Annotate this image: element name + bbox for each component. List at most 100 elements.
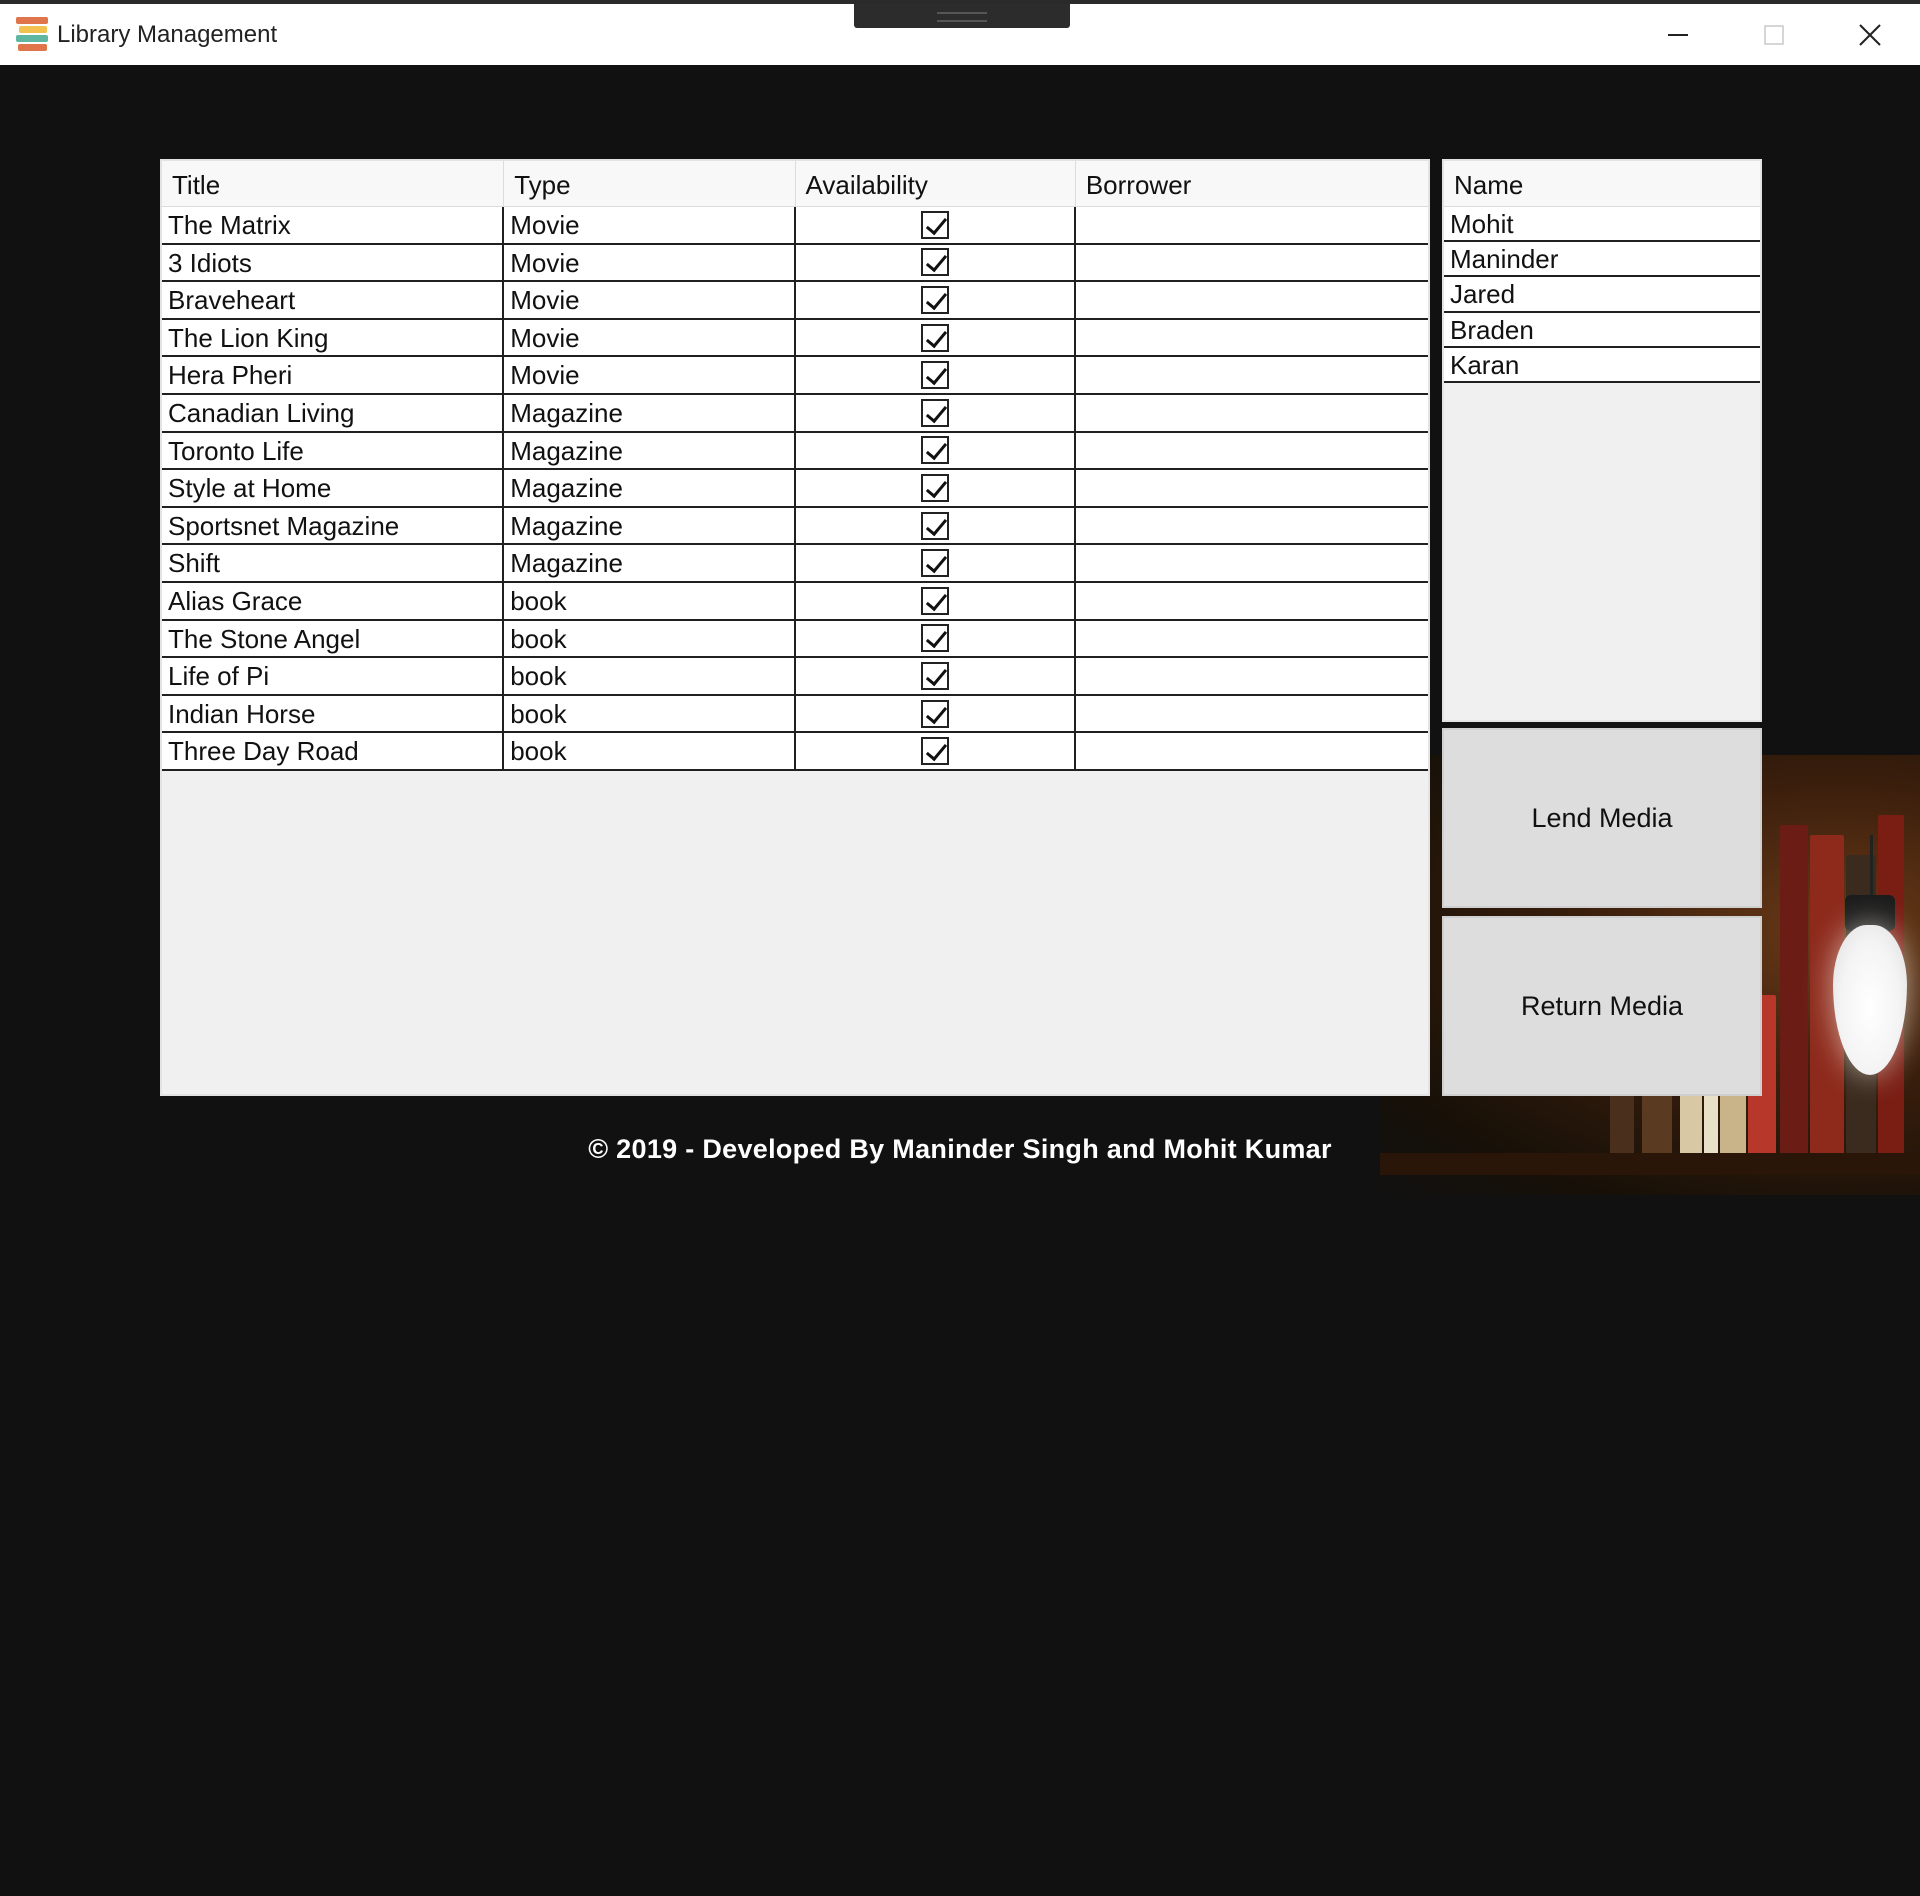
table-row[interactable]: Braveheart Movie [162, 282, 1428, 320]
availability-checkbox[interactable] [920, 699, 949, 728]
cell-availability[interactable] [796, 432, 1076, 469]
window-drag-handle[interactable] [854, 4, 1070, 28]
cell-type[interactable]: Movie [504, 244, 796, 281]
cell-borrower[interactable] [1076, 658, 1428, 694]
table-row[interactable]: Hera Pheri Movie [162, 357, 1428, 395]
media-grid[interactable]: Title Type Availability Borrower The Mat… [160, 159, 1430, 1096]
cell-borrower[interactable] [1076, 357, 1428, 393]
availability-checkbox[interactable] [920, 398, 949, 427]
cell-availability[interactable] [796, 733, 1076, 769]
cell-borrower[interactable] [1076, 207, 1428, 243]
table-row[interactable]: Indian Horse book [162, 695, 1428, 734]
availability-checkbox[interactable] [920, 361, 949, 390]
borrower-list[interactable]: Name Mohit Maninder Jared Braden Karan [1442, 159, 1762, 722]
cell-title[interactable]: 3 Idiots [162, 244, 505, 281]
availability-checkbox[interactable] [920, 210, 949, 239]
cell-borrower[interactable] [1076, 245, 1428, 281]
cell-type[interactable]: book [504, 620, 796, 657]
availability-checkbox[interactable] [920, 549, 949, 578]
cell-type[interactable]: Magazine [504, 507, 796, 544]
availability-checkbox[interactable] [920, 248, 949, 277]
cell-borrower[interactable] [1076, 583, 1428, 619]
cell-borrower[interactable] [1076, 470, 1428, 506]
cell-availability[interactable] [796, 620, 1076, 657]
close-button[interactable] [1822, 4, 1918, 65]
cell-type[interactable]: Magazine [504, 432, 796, 469]
availability-checkbox[interactable] [920, 661, 949, 690]
table-row[interactable]: Canadian Living Magazine [162, 394, 1428, 433]
column-header-borrower[interactable]: Borrower [1076, 161, 1428, 206]
cell-title[interactable]: Three Day Road [162, 733, 505, 769]
cell-availability[interactable] [796, 319, 1076, 356]
cell-type[interactable]: book [504, 695, 796, 732]
availability-checkbox[interactable] [920, 285, 949, 314]
availability-checkbox[interactable] [920, 586, 949, 615]
table-row[interactable]: Shift Magazine [162, 545, 1428, 583]
cell-availability[interactable] [796, 357, 1076, 393]
cell-availability[interactable] [796, 545, 1076, 581]
cell-borrower[interactable] [1076, 395, 1428, 431]
table-row[interactable]: Toronto Life Magazine [162, 432, 1428, 471]
cell-title[interactable]: Shift [162, 545, 505, 581]
cell-availability[interactable] [796, 282, 1076, 318]
table-row[interactable]: 3 Idiots Movie [162, 244, 1428, 283]
cell-availability[interactable] [796, 207, 1076, 243]
table-row[interactable]: The Stone Angel book [162, 620, 1428, 659]
borrower-list-header[interactable]: Name [1444, 161, 1760, 207]
minimize-button[interactable] [1630, 4, 1726, 65]
cell-type[interactable]: Movie [504, 207, 796, 243]
cell-title[interactable]: Canadian Living [162, 394, 505, 431]
borrower-list-item[interactable]: Braden [1444, 312, 1760, 348]
cell-title[interactable]: Toronto Life [162, 432, 505, 469]
cell-title[interactable]: Indian Horse [162, 695, 505, 732]
cell-borrower[interactable] [1076, 545, 1428, 581]
cell-borrower[interactable] [1076, 696, 1428, 732]
cell-availability[interactable] [796, 507, 1076, 544]
cell-title[interactable]: Style at Home [162, 470, 505, 506]
cell-availability[interactable] [796, 244, 1076, 281]
cell-borrower[interactable] [1076, 733, 1428, 769]
column-header-availability[interactable]: Availability [796, 161, 1076, 206]
table-row[interactable]: Style at Home Magazine [162, 470, 1428, 508]
cell-type[interactable]: book [504, 733, 796, 769]
cell-borrower[interactable] [1076, 508, 1428, 544]
cell-type[interactable]: Movie [504, 282, 796, 318]
table-row[interactable]: Alias Grace book [162, 582, 1428, 621]
borrower-list-item[interactable]: Jared [1444, 277, 1760, 313]
availability-checkbox[interactable] [920, 436, 949, 465]
return-media-button[interactable]: Return Media [1442, 916, 1762, 1096]
borrower-list-item[interactable]: Karan [1444, 347, 1760, 383]
availability-checkbox[interactable] [920, 624, 949, 653]
availability-checkbox[interactable] [920, 737, 949, 766]
cell-availability[interactable] [796, 658, 1076, 694]
column-header-title[interactable]: Title [162, 161, 505, 206]
table-row[interactable]: Three Day Road book [162, 733, 1428, 771]
cell-title[interactable]: The Matrix [162, 207, 505, 243]
table-row[interactable]: Life of Pi book [162, 658, 1428, 696]
cell-type[interactable]: Magazine [504, 394, 796, 431]
cell-type[interactable]: Movie [504, 357, 796, 393]
cell-availability[interactable] [796, 470, 1076, 506]
borrower-list-item[interactable]: Mohit [1444, 207, 1760, 243]
table-row[interactable]: The Matrix Movie [162, 207, 1428, 245]
cell-borrower[interactable] [1076, 282, 1428, 318]
cell-title[interactable]: Alias Grace [162, 582, 505, 619]
cell-title[interactable]: The Lion King [162, 319, 505, 356]
cell-availability[interactable] [796, 394, 1076, 431]
cell-type[interactable]: Magazine [504, 470, 796, 506]
cell-type[interactable]: Magazine [504, 545, 796, 581]
cell-borrower[interactable] [1076, 433, 1428, 469]
availability-checkbox[interactable] [920, 473, 949, 502]
maximize-button[interactable] [1726, 4, 1822, 65]
column-header-type[interactable]: Type [504, 161, 796, 206]
cell-borrower[interactable] [1076, 621, 1428, 657]
table-row[interactable]: Sportsnet Magazine Magazine [162, 507, 1428, 546]
table-row[interactable]: The Lion King Movie [162, 319, 1428, 358]
cell-availability[interactable] [796, 695, 1076, 732]
cell-type[interactable]: book [504, 582, 796, 619]
cell-title[interactable]: Sportsnet Magazine [162, 507, 505, 544]
availability-checkbox[interactable] [920, 511, 949, 540]
cell-title[interactable]: The Stone Angel [162, 620, 505, 657]
cell-availability[interactable] [796, 582, 1076, 619]
cell-type[interactable]: book [504, 658, 796, 694]
